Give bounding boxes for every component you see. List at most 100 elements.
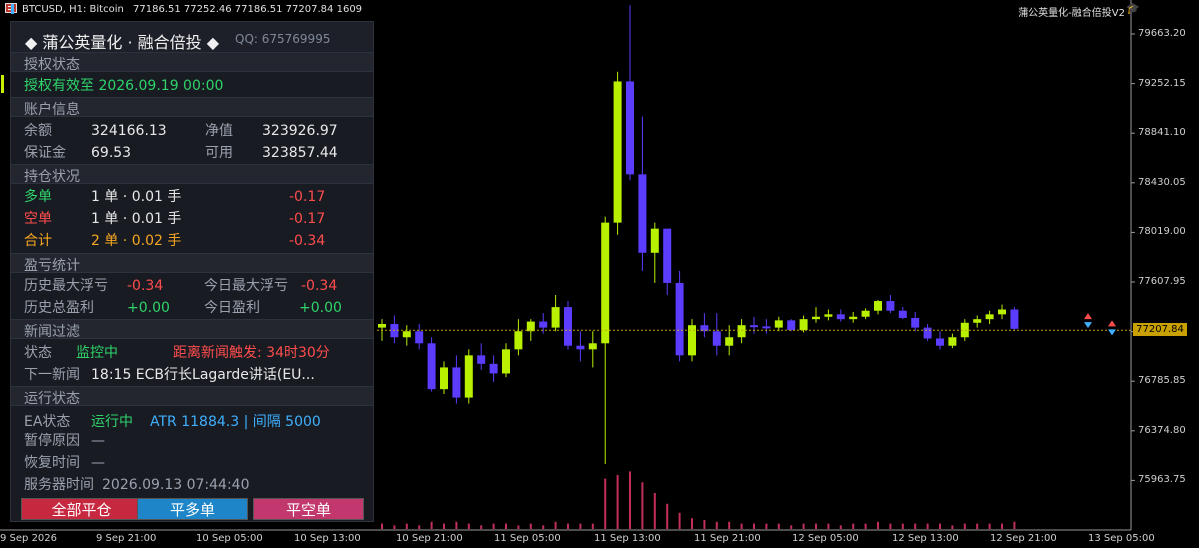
candle [688, 325, 696, 356]
volume-bar [480, 525, 483, 529]
ea-info-panel: ◆ 蒲公英量化 · 融合倍投 ◆ QQ: 675769995 授权状态 授权有效… [1, 4, 374, 522]
balance-value: 324166.13 [91, 123, 167, 139]
margin-value: 69.53 [91, 145, 132, 161]
time-axis-label: 10 Sep 13:00 [294, 533, 361, 544]
long-profit: -0.17 [289, 189, 326, 205]
candle [427, 343, 436, 390]
volume-bar [467, 523, 470, 529]
symbol-info: BTCUSD, H1: Bitcoin [22, 4, 124, 15]
candle [526, 321, 535, 332]
panel-header[interactable]: ◆ 蒲公英量化 · 融合倍投 ◆ QQ: 675769995 [11, 22, 373, 52]
candle [886, 301, 895, 311]
price-axis-label: 76374.80 [1138, 424, 1186, 436]
volume-bar [963, 523, 966, 529]
candle [762, 326, 771, 329]
candle [576, 345, 585, 350]
today-profit-value: +0.00 [299, 300, 342, 316]
volume-bar [542, 525, 545, 529]
hist-max-loss-value: -0.34 [127, 278, 164, 294]
volume-bar [554, 521, 557, 529]
server-time-label: 服务器时间 [24, 477, 94, 493]
candle [923, 327, 932, 339]
auth-status: 授权有效至 2026.09.19 00:00 [24, 78, 224, 94]
candle [489, 363, 498, 374]
resume-time-label: 恢复时间 [24, 455, 80, 471]
hist-total-profit-label: 历史总盈利 [24, 300, 94, 316]
volume-bar [641, 482, 644, 529]
volume-bar [567, 523, 569, 529]
volume-bar [666, 503, 669, 529]
price-axis-label: 78430.05 [1138, 176, 1186, 188]
today-max-loss-value: -0.34 [301, 278, 338, 294]
volume-bar [852, 523, 855, 529]
ea-status-value: 运行中 [91, 414, 133, 430]
candle [812, 316, 820, 320]
candle [737, 325, 746, 338]
time-axis-label: 11 Sep 13:00 [594, 533, 661, 544]
section-title: 授权状态 [24, 57, 80, 73]
candle [725, 337, 734, 346]
volume-bar [629, 471, 631, 529]
section-stats: 盈亏统计 [11, 253, 373, 274]
volume-bar [939, 523, 941, 529]
volume-bar [1001, 523, 1003, 529]
candle [588, 343, 597, 350]
candle [514, 331, 523, 350]
candle [663, 228, 672, 283]
volume-bar [1013, 521, 1016, 529]
volume-bar [455, 521, 458, 529]
candle [712, 331, 721, 346]
short-quantity: 1 单 · 0.01 手 [91, 211, 182, 227]
ea-status-label: EA状态 [24, 414, 71, 430]
candle [452, 367, 461, 398]
trade-marker-icon [1108, 320, 1116, 327]
panel-qq: QQ: 675769995 [235, 32, 331, 46]
volume-bar [988, 523, 991, 529]
candle [1010, 309, 1019, 329]
ea-name: 蒲公英量化-融合倍投V2 [1018, 8, 1125, 19]
volume-bar [529, 523, 532, 529]
accent-marker [11, 4, 14, 14]
volume-bar [691, 518, 693, 529]
price-axis-label: 77607.95 [1138, 276, 1186, 287]
volume-bar [740, 523, 743, 529]
accent-bar [1, 75, 4, 93]
volume-bar [505, 523, 507, 529]
candle [402, 331, 411, 338]
candle [998, 309, 1006, 315]
price-axis-label: 76785.85 [1138, 375, 1186, 387]
volume-bar [877, 521, 879, 529]
volume-bar [393, 525, 396, 529]
volume-bar [889, 523, 892, 529]
news-status-label: 状态 [24, 345, 52, 361]
close-short-button[interactable]: 平空单 [253, 498, 364, 520]
trade-marker-icon [1084, 322, 1092, 329]
candle [626, 81, 634, 175]
candle [601, 222, 610, 344]
candle [936, 338, 944, 346]
time-axis-label: 9 Sep 21:00 [96, 533, 157, 544]
price-axis-label: 78019.00 [1138, 226, 1186, 238]
section-account: 账户信息 [11, 97, 373, 118]
trade-marker-icon [1108, 329, 1116, 336]
candle [675, 282, 684, 356]
candle [564, 307, 572, 346]
volume-bar [802, 523, 805, 529]
volume-bar [728, 521, 731, 529]
volume-bar [864, 523, 867, 529]
volume-bar [703, 520, 706, 529]
volume-bar [715, 521, 718, 529]
bar-count: 1609 [336, 4, 363, 15]
candle [613, 81, 622, 223]
candle [539, 321, 548, 328]
time-axis-label: 10 Sep 21:00 [396, 533, 463, 544]
time-axis-label: 12 Sep 13:00 [892, 533, 959, 544]
section-title: 运行状态 [24, 391, 80, 407]
close-all-button[interactable]: 全部平仓 [21, 498, 142, 520]
today-max-loss-label: 今日最大浮亏 [204, 278, 288, 294]
price-axis-label: 78841.10 [1138, 127, 1186, 139]
candle [898, 310, 907, 318]
volume-bar [492, 523, 495, 529]
total-profit: -0.34 [289, 233, 326, 249]
close-long-button[interactable]: 平多单 [137, 498, 248, 520]
